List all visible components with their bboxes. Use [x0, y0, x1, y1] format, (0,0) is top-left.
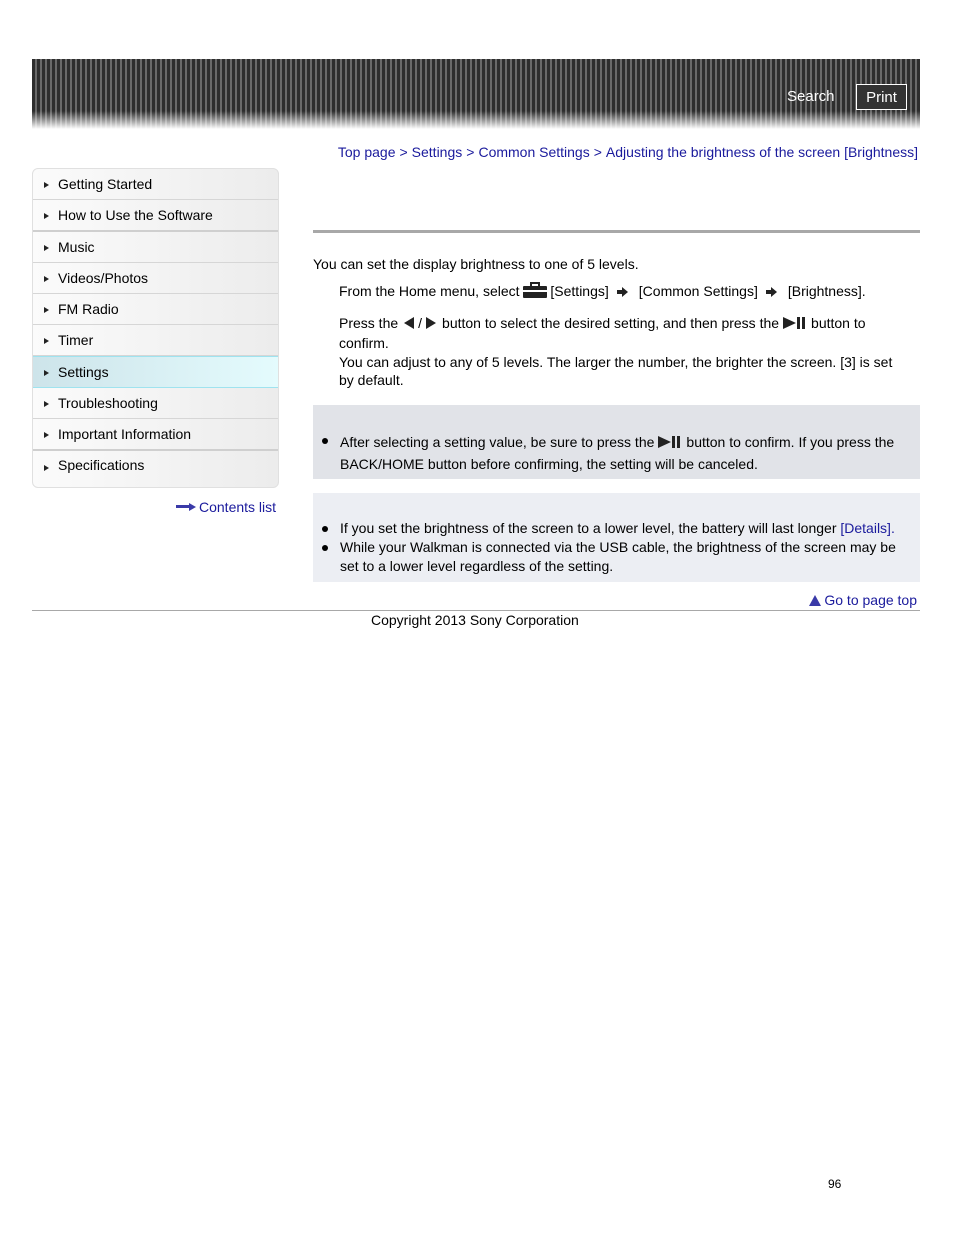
hint-item-1-text: If you set the brightness of the screen …	[340, 520, 837, 536]
triangle-right-icon	[44, 245, 49, 251]
play-pause-icon	[658, 436, 682, 448]
breadcrumb-separator: >	[593, 144, 602, 160]
sidebar-item-label: Videos/Photos	[58, 270, 149, 286]
step-1-common-settings: [Common Settings]	[638, 283, 758, 299]
sidebar-item-label: Troubleshooting	[58, 395, 158, 411]
sidebar-item-fm-radio[interactable]: FM Radio	[33, 294, 278, 325]
arrow-right-icon	[176, 503, 196, 511]
sidebar-item-specifications[interactable]: Specifications	[33, 451, 278, 487]
intro-text: You can set the display brightness to on…	[313, 256, 639, 272]
breadcrumb-top-page[interactable]: Top page	[338, 144, 396, 160]
step-2-slash: /	[418, 315, 423, 331]
triangle-right-icon	[44, 213, 49, 219]
details-link[interactable]: [Details].	[840, 520, 894, 536]
sidebar-item-troubleshooting[interactable]: Troubleshooting	[33, 388, 278, 419]
triangle-right-icon	[44, 182, 49, 188]
triangle-right-icon	[44, 307, 49, 313]
triangle-up-icon	[809, 594, 822, 606]
sidebar-item-label: FM Radio	[58, 301, 119, 317]
sidebar-item-label: Timer	[58, 332, 94, 348]
copyright-text: Copyright 2013 Sony Corporation	[371, 612, 579, 628]
step-1: From the Home menu, select [Settings] [Co…	[339, 282, 919, 301]
sidebar-item-timer[interactable]: Timer	[33, 325, 278, 356]
triangle-right-icon	[44, 370, 49, 376]
sidebar-item-label: Getting Started	[58, 176, 153, 192]
breadcrumb-separator: >	[399, 144, 408, 160]
search-link[interactable]: Search	[787, 88, 835, 105]
step-2: Press the / button to select the desired s…	[339, 313, 909, 389]
triangle-right-icon	[44, 465, 49, 471]
note-prefix: After selecting a setting value, be sure…	[340, 434, 655, 450]
contents-list-label: Contents list	[199, 499, 277, 515]
step-1-settings: [Settings]	[550, 283, 609, 299]
sidebar-item-videos-photos[interactable]: Videos/Photos	[33, 263, 278, 294]
print-button[interactable]: Print	[856, 84, 907, 110]
arrow-right-icon	[765, 287, 778, 297]
play-pause-icon	[783, 317, 807, 329]
arrow-right-icon	[616, 287, 629, 297]
sidebar-nav: Getting Started How to Use the Software …	[32, 168, 279, 488]
hint-box: If you set the brightness of the screen …	[313, 493, 920, 582]
hint-item: If you set the brightness of the screen …	[322, 519, 908, 538]
triangle-right-icon	[44, 276, 49, 282]
sidebar-item-label: Settings	[58, 364, 109, 380]
breadcrumb-common-settings[interactable]: Common Settings	[478, 144, 589, 160]
right-button-icon	[426, 317, 437, 329]
sidebar-item-music[interactable]: Music	[33, 232, 278, 263]
step-2-detail: You can adjust to any of 5 levels. The l…	[339, 354, 893, 388]
sidebar-item-label: Important Information	[58, 426, 192, 442]
triangle-right-icon	[44, 401, 49, 407]
go-to-page-top-link[interactable]: Go to page top	[809, 592, 917, 608]
step-2-middle: button to select the desired setting, an…	[442, 315, 780, 331]
footer-divider	[32, 610, 920, 611]
step-2-press-the: Press the	[339, 315, 399, 331]
sidebar-item-label: How to Use the Software	[58, 207, 213, 223]
go-to-page-top-label: Go to page top	[824, 592, 917, 608]
header-banner: Search Print	[32, 59, 920, 129]
breadcrumb-settings[interactable]: Settings	[412, 144, 463, 160]
sidebar-item-label: Specifications	[58, 457, 145, 473]
page-number: 96	[828, 1177, 842, 1191]
settings-toolbox-icon	[523, 282, 548, 298]
left-button-icon	[404, 317, 415, 329]
breadcrumb: Top page > Settings > Common Settings > Adjust…	[338, 144, 918, 160]
note-item: After selecting a setting value, be sure…	[322, 431, 908, 475]
note-box: After selecting a setting value, be sure…	[313, 405, 920, 479]
breadcrumb-current-page[interactable]: Adjusting the brightness of the screen […	[606, 144, 918, 160]
breadcrumb-separator: >	[466, 144, 475, 160]
title-divider	[313, 230, 920, 233]
sidebar-item-important-information[interactable]: Important Information	[33, 419, 278, 451]
step-1-prefix: From the Home menu, select	[339, 283, 520, 299]
triangle-right-icon	[44, 338, 49, 344]
hint-item: While your Walkman is connected via the …	[322, 538, 908, 576]
triangle-right-icon	[44, 432, 49, 438]
sidebar-item-settings[interactable]: Settings	[33, 356, 278, 388]
step-1-brightness: [Brightness].	[787, 283, 866, 299]
sidebar-item-getting-started[interactable]: Getting Started	[33, 169, 278, 200]
sidebar-item-label: Music	[58, 239, 95, 255]
contents-list-link[interactable]: Contents list	[176, 499, 276, 515]
sidebar-item-how-to-use-software[interactable]: How to Use the Software	[33, 200, 278, 232]
